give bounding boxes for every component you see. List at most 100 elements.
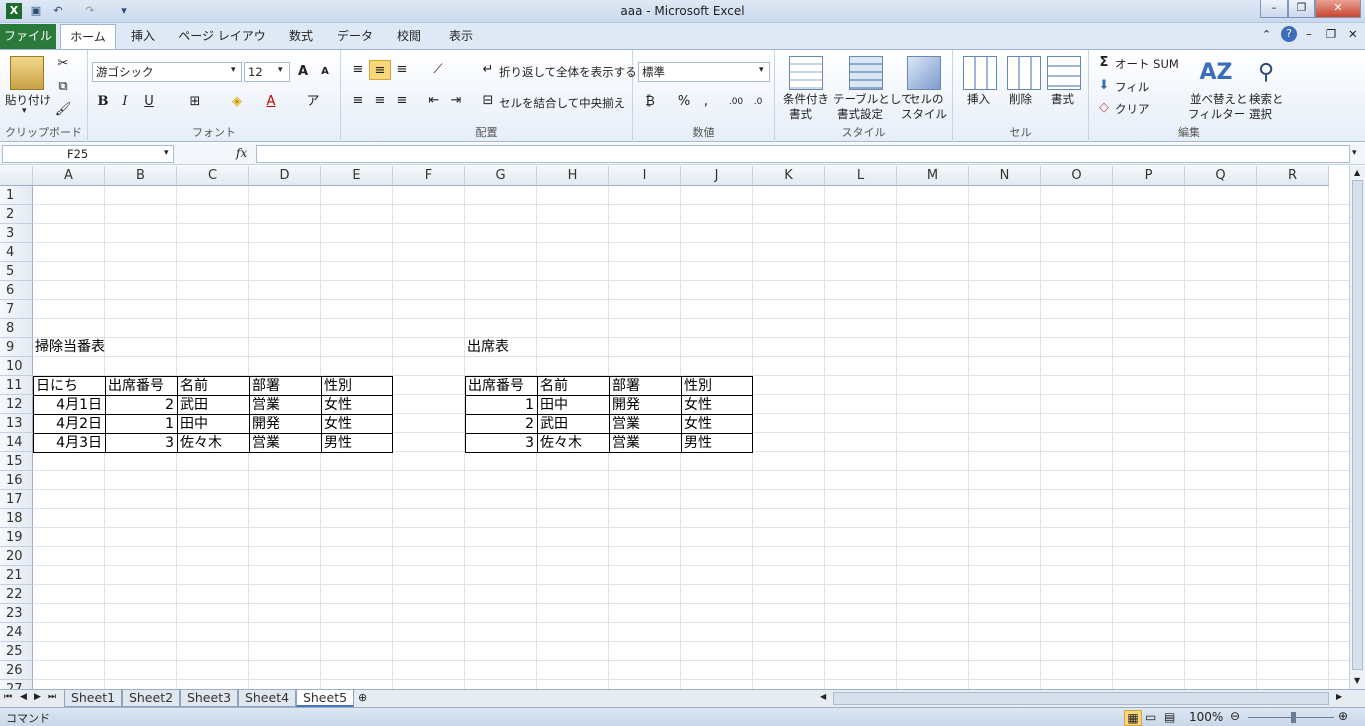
table2-cell[interactable]: 営業 (609, 414, 681, 433)
collapse-ribbon-icon[interactable]: ⌃ (1262, 28, 1271, 41)
font-size-select[interactable]: 12 (244, 62, 290, 82)
copy-icon[interactable]: ⧉ (52, 77, 74, 97)
column-header[interactable]: J (681, 166, 753, 186)
row-header[interactable]: 5 (0, 262, 33, 281)
find-select-icon[interactable]: ⚲ (1249, 56, 1283, 90)
format-cells-icon[interactable] (1047, 56, 1081, 90)
table1-cell[interactable]: 武田 (177, 395, 249, 414)
horizontal-scroll-thumb[interactable] (833, 692, 1329, 705)
align-center-icon[interactable]: ≡ (369, 91, 391, 111)
accounting-format-icon[interactable]: ₿ (639, 92, 661, 112)
format-painter-icon[interactable]: 🖌 (52, 100, 74, 120)
row-header[interactable]: 20 (0, 547, 33, 566)
name-box[interactable]: F25 (2, 145, 174, 163)
row-header[interactable]: 21 (0, 566, 33, 585)
zoom-in-icon[interactable]: ⊕ (1338, 709, 1348, 723)
table1-cell[interactable]: 女性 (321, 414, 393, 433)
row-header[interactable]: 4 (0, 243, 33, 262)
page-break-view-icon[interactable]: ▤ (1164, 710, 1175, 724)
font-size-dropdown-icon[interactable]: ▾ (278, 65, 283, 75)
column-header[interactable]: Q (1185, 166, 1257, 186)
table2-cell[interactable]: 男性 (681, 433, 753, 453)
table1-cell[interactable]: 4月2日 (33, 414, 105, 433)
zoom-slider-thumb[interactable] (1291, 712, 1296, 723)
sheet-tab[interactable]: Sheet3 (180, 690, 238, 707)
table2-cell[interactable]: 2 (465, 414, 537, 433)
prev-sheet-icon[interactable]: ◀ (20, 692, 27, 702)
paste-button[interactable]: 貼り付け (5, 92, 51, 108)
row-header[interactable]: 14 (0, 433, 33, 452)
zoom-level[interactable]: 100% (1189, 710, 1223, 724)
expand-formula-bar-icon[interactable]: ▾ (1352, 148, 1357, 158)
wrap-text-icon[interactable]: ↵ (477, 60, 499, 80)
tab-data[interactable]: データ (332, 24, 378, 49)
fill-icon[interactable]: ⬇ (1093, 76, 1115, 96)
scroll-left-icon[interactable]: ◀ (820, 692, 826, 701)
row-header[interactable]: 13 (0, 414, 33, 433)
row-header[interactable]: 19 (0, 528, 33, 547)
decrease-indent-icon[interactable]: ⇤ (423, 91, 445, 111)
table1-header[interactable]: 部署 (249, 376, 321, 395)
fill-button[interactable]: フィル (1115, 79, 1149, 95)
help-icon[interactable]: ? (1281, 26, 1297, 42)
clear-icon[interactable]: ◇ (1093, 98, 1115, 118)
paste-icon[interactable] (10, 56, 44, 90)
bold-icon[interactable]: B (92, 92, 114, 112)
scroll-right-icon[interactable]: ▶ (1336, 692, 1342, 701)
clear-button[interactable]: クリア (1115, 101, 1150, 117)
column-header[interactable]: O (1041, 166, 1113, 186)
cell-styles-icon[interactable] (907, 56, 941, 90)
cut-icon[interactable]: ✂ (52, 54, 74, 74)
vertical-scroll-thumb[interactable] (1352, 180, 1363, 670)
minimize-button[interactable]: – (1260, 0, 1288, 18)
scroll-up-icon[interactable]: ▲ (1354, 168, 1360, 177)
column-header[interactable]: N (969, 166, 1041, 186)
table1-cell[interactable]: 佐々木 (177, 433, 249, 453)
row-header[interactable]: 9 (0, 338, 33, 357)
row-header[interactable]: 10 (0, 357, 33, 376)
column-header[interactable]: R (1257, 166, 1329, 186)
row-header[interactable]: 8 (0, 319, 33, 338)
shrink-font-icon[interactable]: A (314, 62, 336, 82)
table2-cell[interactable]: 女性 (681, 414, 753, 433)
tab-file[interactable]: ファイル (0, 24, 56, 49)
table1-cell[interactable]: 1 (105, 414, 177, 433)
row-header[interactable]: 6 (0, 281, 33, 300)
column-header[interactable]: K (753, 166, 825, 186)
row-header[interactable]: 16 (0, 471, 33, 490)
name-box-dropdown-icon[interactable]: ▾ (164, 148, 169, 158)
sort-filter-icon[interactable]: AZ (1199, 56, 1233, 90)
comma-style-icon[interactable]: , (695, 92, 717, 112)
column-header[interactable]: A (33, 166, 105, 186)
merge-center-button[interactable]: セルを結合して中央揃え (499, 95, 625, 111)
scroll-down-icon[interactable]: ▼ (1354, 676, 1360, 685)
table2-cell[interactable]: 3 (465, 433, 537, 453)
column-header[interactable]: D (249, 166, 321, 186)
zoom-out-icon[interactable]: ⊖ (1230, 709, 1240, 723)
insert-cells-button[interactable]: 挿入 (967, 91, 990, 107)
orientation-icon[interactable]: ⟋ (427, 60, 449, 80)
first-sheet-icon[interactable]: ⏮ (4, 692, 12, 702)
formula-input[interactable] (256, 145, 1350, 163)
insert-sheet-icon[interactable]: ⊕ (358, 691, 367, 704)
align-middle-icon[interactable]: ≡ (369, 60, 391, 80)
table1-header[interactable]: 性別 (321, 376, 393, 395)
decrease-decimal-icon[interactable]: .0 (747, 92, 769, 112)
table2-cell[interactable]: 営業 (609, 433, 681, 453)
last-sheet-icon[interactable]: ⏭ (48, 692, 56, 702)
table1-header[interactable]: 日にち (33, 376, 105, 395)
delete-cells-icon[interactable] (1007, 56, 1041, 90)
conditional-formatting-icon[interactable] (789, 56, 823, 90)
page-layout-view-icon[interactable]: ▭ (1145, 710, 1156, 724)
row-header[interactable]: 12 (0, 395, 33, 414)
table2-cell[interactable]: 佐々木 (537, 433, 609, 453)
align-right-icon[interactable]: ≡ (391, 91, 413, 111)
table2-title[interactable]: 出席表 (465, 338, 615, 357)
column-header[interactable]: G (465, 166, 537, 186)
table1-cell[interactable]: 男性 (321, 433, 393, 453)
next-sheet-icon[interactable]: ▶ (34, 692, 41, 702)
table1-cell[interactable]: 田中 (177, 414, 249, 433)
cell-styles-button[interactable]: セルの (909, 91, 944, 107)
row-header[interactable]: 11 (0, 376, 33, 395)
increase-indent-icon[interactable]: ⇥ (445, 91, 467, 111)
